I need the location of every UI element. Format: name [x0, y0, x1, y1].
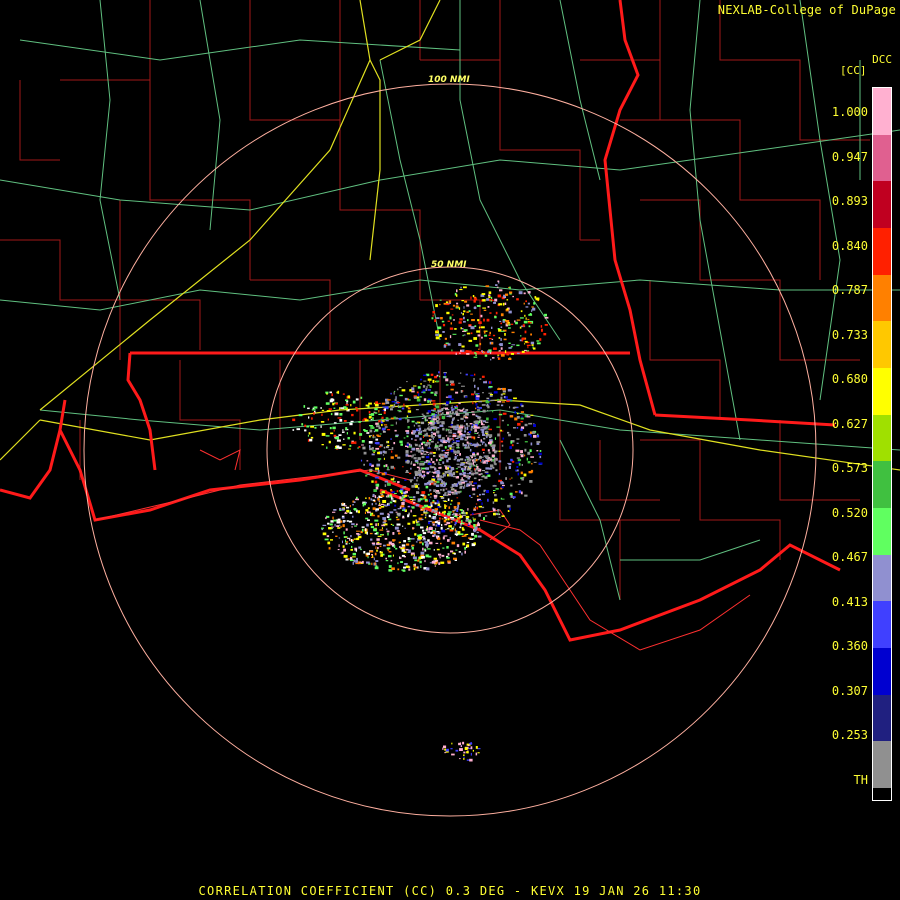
color-scale-tick-label: 0.840 — [831, 238, 868, 253]
color-scale-tick-label: 0.787 — [831, 283, 868, 297]
state-borders — [0, 0, 841, 642]
ring-label-100: 100 NMI — [428, 75, 470, 85]
color-scale-tick-label: TH — [853, 772, 868, 787]
color-scale-swatch — [873, 134, 891, 182]
color-scale-swatch — [873, 88, 891, 135]
color-scale-swatch — [873, 507, 891, 555]
color-scale-tick-label: 0.307 — [831, 683, 868, 698]
color-scale-tick-label: 0.520 — [831, 505, 868, 520]
color-scale-tick-label: 0.627 — [831, 416, 868, 431]
color-scale-swatch — [873, 367, 891, 415]
color-scale-swatch — [873, 227, 891, 275]
color-scale-swatch — [873, 274, 891, 322]
ring-label-50: 50 NMI — [431, 260, 467, 270]
color-scale-swatch — [873, 694, 891, 742]
color-scale-tick-label: 0.467 — [831, 550, 868, 564]
color-scale-swatch — [873, 601, 891, 648]
ring-50-nmi — [266, 266, 634, 634]
credit-label: NEXLAB-College of DuPage — [717, 3, 896, 17]
color-scale-tick-label: 0.253 — [831, 728, 868, 742]
color-scale-swatch — [873, 787, 891, 800]
color-scale-swatch — [873, 461, 891, 508]
color-scale-bar — [872, 87, 892, 801]
color-scale-tick-label: 0.680 — [831, 372, 868, 386]
legend-unit: [CC] — [840, 64, 867, 77]
color-scale-tick-label: 0.573 — [831, 461, 868, 475]
color-scale-swatch — [873, 741, 891, 788]
ring-100-nmi — [83, 83, 817, 817]
product-caption: CORRELATION COEFFICIENT (CC) 0.3 DEG - K… — [198, 884, 702, 898]
color-scale-swatch — [873, 321, 891, 368]
color-scale-swatch — [873, 181, 891, 228]
color-scale-tick-label: 0.733 — [831, 327, 868, 342]
color-scale-swatch — [873, 554, 891, 602]
color-scale-tick-label: 0.360 — [831, 639, 868, 653]
range-rings — [83, 83, 817, 817]
product-code: DCC — [872, 53, 892, 66]
color-scale-swatch — [873, 647, 891, 695]
radar-map: 100 NMI 50 NMI — [0, 0, 900, 817]
color-scale-tick-label: 1.000 — [831, 105, 868, 119]
color-scale-tick-label: 0.413 — [831, 594, 868, 609]
interstates — [0, 0, 900, 471]
color-scale-tick-label: 0.947 — [831, 149, 868, 164]
color-scale-swatch — [873, 414, 891, 462]
color-scale-tick-label: 0.893 — [831, 194, 868, 208]
